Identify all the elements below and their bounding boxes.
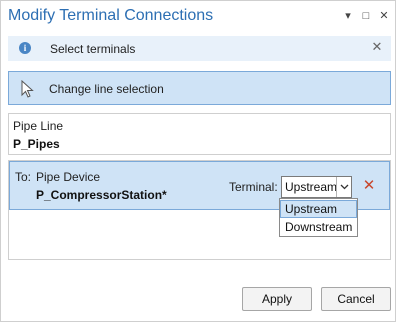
terminal-option-downstream[interactable]: Downstream [280, 218, 357, 236]
info-text: Select terminals [50, 42, 136, 56]
terminal-option-upstream[interactable]: Upstream [280, 200, 357, 218]
apply-button[interactable]: Apply [242, 287, 312, 311]
pipe-device-label: Pipe Device [36, 170, 101, 184]
pipe-line-label: Pipe Line [13, 119, 64, 133]
info-icon: i [19, 42, 31, 54]
terminal-select[interactable]: Upstream [281, 176, 352, 198]
change-line-selection-label: Change line selection [49, 82, 164, 96]
pipe-device-value: P_CompressorStation* [36, 188, 167, 202]
terminal-label: Terminal: [229, 180, 278, 194]
pipe-line-value: P_Pipes [13, 137, 60, 151]
pane-restore-button[interactable]: □ [359, 9, 373, 23]
info-close-button[interactable]: ✕ [370, 40, 384, 54]
pane-title: Modify Terminal Connections [8, 7, 214, 24]
info-bar: i Select terminals ✕ [8, 36, 391, 61]
title-actions: ▾ □ ✕ [341, 9, 391, 23]
terminal-select-value: Upstream [285, 180, 338, 194]
remove-device-button[interactable]: ✕ [362, 178, 376, 193]
chevron-down-icon[interactable] [336, 177, 351, 197]
terminal-dropdown-list: Upstream Downstream [279, 198, 358, 237]
pane-close-button[interactable]: ✕ [377, 9, 391, 23]
change-line-selection-button[interactable]: Change line selection [8, 71, 391, 105]
cancel-button[interactable]: Cancel [321, 287, 391, 311]
pane-titlebar: Modify Terminal Connections ▾ □ ✕ [1, 1, 396, 33]
to-label: To: [15, 170, 32, 184]
pane-options-button[interactable]: ▾ [341, 9, 355, 23]
modify-terminal-connections-pane: Modify Terminal Connections ▾ □ ✕ i Sele… [0, 0, 396, 322]
pipe-line-section[interactable]: Pipe Line P_Pipes [8, 113, 391, 155]
cursor-arrow-icon [21, 80, 34, 98]
